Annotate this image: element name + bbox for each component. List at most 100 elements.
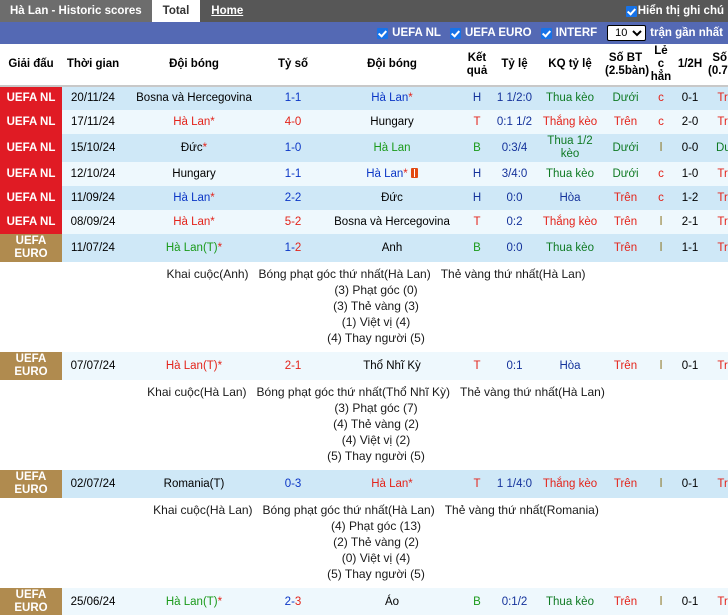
away-team[interactable]: Anh [322, 234, 462, 262]
league-badge[interactable]: UEFA EURO [0, 470, 62, 498]
match-count-select[interactable]: 10203050 [607, 25, 647, 41]
show-notes-checkbox[interactable] [625, 5, 637, 17]
home-team[interactable]: Hà Lan(T)* [124, 352, 264, 380]
league-badge[interactable]: UEFA NL [0, 162, 62, 186]
tab-home[interactable]: Home [200, 0, 254, 22]
away-team[interactable]: Hà Lan* [322, 162, 462, 186]
league-badge[interactable]: UEFA NL [0, 210, 62, 234]
uefa-nl-checkbox[interactable] [377, 27, 389, 39]
col-ou-075[interactable]: Số BT (0.75bàn) [706, 44, 728, 87]
match-score[interactable]: 0-3 [264, 470, 322, 498]
home-team[interactable]: Đức* [124, 134, 264, 162]
show-notes-control[interactable]: Hiển thị ghi chú [625, 0, 728, 22]
col-handicap-result[interactable]: KQ tỷ lệ [537, 44, 603, 87]
match-result: H [462, 86, 492, 110]
match-score[interactable]: 5-2 [264, 210, 322, 234]
note-head-item: Bóng phạt góc thứ nhất(Hà Lan) [258, 267, 431, 281]
home-team[interactable]: Hà Lan* [124, 186, 264, 210]
handicap-result: Thua 1/2 kèo [537, 134, 603, 162]
handicap-line: 1 1/2:0 [492, 86, 537, 110]
col-league[interactable]: Giải đấu [0, 44, 62, 87]
away-team[interactable]: Hà Lan* [322, 470, 462, 498]
handicap-line-value: 1 1/4:0 [496, 477, 533, 490]
match-score[interactable]: 1-1 [264, 86, 322, 110]
col-score[interactable]: Tỷ số [264, 44, 322, 87]
uefa-euro-checkbox[interactable] [449, 27, 461, 39]
filter-uefa-nl[interactable]: UEFA NL [377, 27, 441, 39]
table-row[interactable]: UEFA NL 08/09/24 Hà Lan* 5-2 Bosna và Herceg… [0, 210, 728, 234]
match-score[interactable]: 1-1 [264, 162, 322, 186]
table-row[interactable]: UEFA NL 17/11/24 Hà Lan* 4-0 Hungary T 0:1 1/2… [0, 110, 728, 134]
filter-interf[interactable]: INTERF [540, 27, 597, 39]
away-team[interactable]: Thổ Nhĩ Kỳ [322, 352, 462, 380]
match-note-cell: Khai cuộc(Hà Lan) Bóng phạt góc thứ nhất(… [0, 380, 728, 470]
home-team[interactable]: Hà Lan* [124, 110, 264, 134]
col-time[interactable]: Thời gian [62, 44, 124, 87]
league-badge[interactable]: UEFA EURO [0, 588, 62, 615]
away-team[interactable]: Bosna và Hercegovina [322, 210, 462, 234]
away-team[interactable]: Hungary [322, 110, 462, 134]
ou-075-result-value: Trên [717, 167, 728, 180]
handicap-result-value: Thua kèo [546, 595, 594, 608]
note-head-item: Khai cuộc(Hà Lan) [147, 385, 247, 399]
home-team[interactable]: Hà Lan* [124, 210, 264, 234]
table-row[interactable]: UEFA NL 15/10/24 Đức* 1-0 Hà Lan B 0:3/4 Thua 1… [0, 134, 728, 162]
table-row[interactable]: UEFA EURO 25/06/24 Hà Lan(T)* 2-3 Áo B 0:1/2 Th… [0, 588, 728, 615]
home-team[interactable]: Bosna và Hercegovina [124, 86, 264, 110]
match-note-cell: Khai cuộc(Anh) Bóng phạt góc thứ nhất(Hà … [0, 262, 728, 352]
league-badge[interactable]: UEFA EURO [0, 234, 62, 262]
home-advantage-star-icon: * [408, 92, 413, 104]
table-row[interactable]: UEFA EURO 02/07/24 Romania(T) 0-3 Hà Lan* T 1 … [0, 470, 728, 498]
match-score[interactable]: 1-2 [264, 234, 322, 262]
match-score[interactable]: 2-3 [264, 588, 322, 615]
ou-25-result: Trên [603, 186, 648, 210]
league-badge[interactable]: UEFA NL [0, 86, 62, 110]
handicap-result: Hòa [537, 352, 603, 380]
home-team[interactable]: Romania(T) [124, 470, 264, 498]
show-notes-label: Hiển thị ghi chú [637, 5, 724, 17]
match-result: B [462, 588, 492, 615]
filter-uefa-euro[interactable]: UEFA EURO [449, 27, 532, 39]
away-team[interactable]: Hà Lan [322, 134, 462, 162]
table-row[interactable]: UEFA EURO 07/07/24 Hà Lan(T)* 2-1 Thổ Nhĩ Kỳ… [0, 352, 728, 380]
ou-25-result-value: Trên [613, 359, 638, 372]
league-badge[interactable]: UEFA NL [0, 134, 62, 162]
match-score[interactable]: 4-0 [264, 110, 322, 134]
ou-25-result: Trên [603, 110, 648, 134]
league-badge[interactable]: UEFA NL [0, 110, 62, 134]
table-row[interactable]: UEFA EURO 11/07/24 Hà Lan(T)* 1-2 Anh B 0:0 Thu… [0, 234, 728, 262]
match-score[interactable]: 2-2 [264, 186, 322, 210]
league-badge[interactable]: UEFA NL [0, 186, 62, 210]
home-team[interactable]: Hungary [124, 162, 264, 186]
col-home-team[interactable]: Đội bóng [124, 44, 264, 87]
odd-even-result-value: c [658, 92, 664, 104]
col-half-time[interactable]: 1/2H [674, 44, 706, 87]
col-result[interactable]: Kết quả [462, 44, 492, 87]
col-handicap[interactable]: Tỷ lệ [492, 44, 537, 87]
handicap-result-value: Thua kèo [546, 241, 594, 254]
table-row[interactable]: UEFA NL 11/09/24 Hà Lan* 2-2 Đức H 0:0 Hòa Trên c… [0, 186, 728, 210]
col-ou-25[interactable]: Số BT (2.5bàn) [603, 44, 649, 87]
table-row[interactable]: UEFA NL 20/11/24 Bosna và Hercegovina 1-1 Hà… [0, 86, 728, 110]
league-badge[interactable]: UEFA EURO [0, 352, 62, 380]
match-score[interactable]: 1-0 [264, 134, 322, 162]
handicap-result-value: Thắng kèo [542, 477, 598, 490]
score-value: 2-2 [284, 191, 302, 204]
note-stat-line: (4) Việt vị (2) [341, 433, 411, 447]
away-team[interactable]: Áo [322, 588, 462, 615]
match-score[interactable]: 2-1 [264, 352, 322, 380]
match-result: T [462, 210, 492, 234]
tab-total[interactable]: Total [151, 0, 201, 22]
header-row: Giải đấu Thời gian Đội bóng Tỷ số Đội bó… [0, 44, 728, 87]
away-team[interactable]: Hà Lan* [322, 86, 462, 110]
col-away-team[interactable]: Đội bóng [322, 44, 462, 87]
interf-checkbox[interactable] [540, 27, 552, 39]
table-row[interactable]: UEFA NL 12/10/24 Hungary 1-1 Hà Lan* H 3/4:0 Th… [0, 162, 728, 186]
home-team[interactable]: Hà Lan(T)* [124, 588, 264, 615]
col-odd-even[interactable]: Lẻ c hẳn [648, 44, 674, 87]
page-title: Hà Lan - Historic scores [0, 0, 152, 22]
handicap-line: 0:0 [492, 234, 537, 262]
match-result: B [462, 134, 492, 162]
home-team[interactable]: Hà Lan(T)* [124, 234, 264, 262]
away-team[interactable]: Đức [322, 186, 462, 210]
